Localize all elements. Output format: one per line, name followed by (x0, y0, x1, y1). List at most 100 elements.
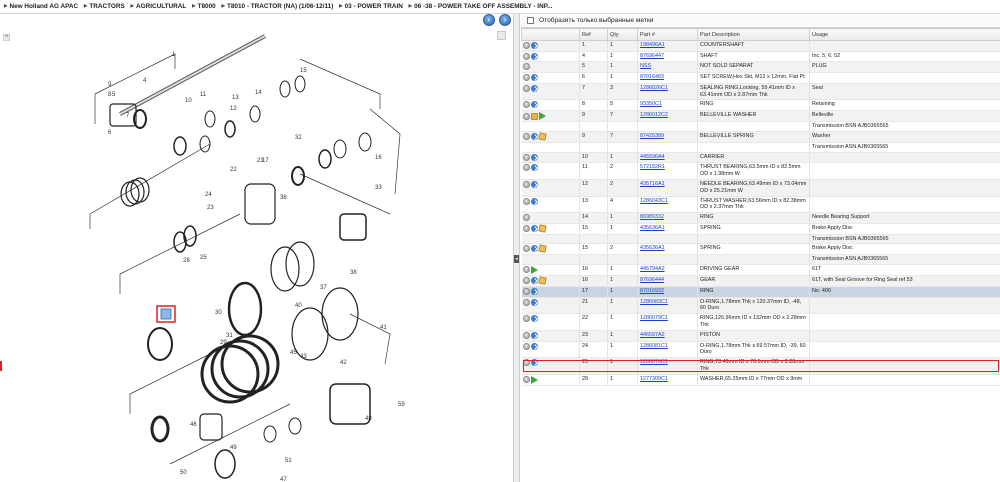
navigate-arrow-icon[interactable] (530, 298, 538, 306)
table-row[interactable]: 21 1 1286083C1 O-RING,1.78mm Thk x 120.37mm… (521, 297, 1000, 315)
part-number-link[interactable]: 87016932 (640, 288, 664, 294)
breadcrumb-item[interactable]: AGRICULTURAL (131, 3, 187, 10)
table-row[interactable]: Transmission BSN AJB0365565 (521, 234, 1000, 245)
table-row[interactable]: 1 1 198496A1 COUNTERSHAFT (521, 40, 1000, 52)
callout-label[interactable]: 4 (143, 78, 147, 84)
table-row[interactable]: 6 1 87016483 SET SCREW,Hex Skt, M12 x 12mm,… (521, 72, 1000, 84)
info-icon[interactable] (522, 266, 530, 274)
part-number-link[interactable]: 198496A1 (640, 42, 665, 48)
callout-label[interactable]: 46 (190, 422, 197, 428)
info-icon[interactable] (522, 287, 530, 295)
info-icon[interactable] (522, 84, 530, 92)
go-arrow-icon[interactable] (530, 375, 538, 384)
navigate-arrow-icon[interactable] (530, 181, 538, 189)
callout-label[interactable]: 48 (365, 416, 372, 422)
part-number-link[interactable]: 1286076C1 (640, 359, 668, 365)
breadcrumb-item[interactable]: T8010 - TRACTOR (NA) (1/06-12/11) (221, 3, 333, 10)
info-icon[interactable] (522, 42, 530, 49)
callout-label[interactable]: 50 (180, 470, 187, 476)
info-icon[interactable] (522, 298, 530, 306)
breadcrumb-item[interactable]: TRACTORS (84, 3, 125, 10)
navigate-arrow-icon[interactable] (530, 224, 538, 232)
callout-label[interactable]: 38 (350, 270, 357, 276)
callout-label[interactable]: 37 (320, 285, 327, 291)
part-number-link[interactable]: 87425389 (640, 133, 664, 139)
part-number-link[interactable]: 1286026C1 (640, 85, 668, 91)
info-icon[interactable] (522, 74, 530, 82)
table-row[interactable]: 16 1 87696444 GEAR 61T, with Seal Groove for… (521, 275, 1000, 287)
table-row[interactable]: 13 4 1286043C1 THRUST WASHER,63.56mm ID x 8… (521, 196, 1000, 214)
table-row[interactable]: 9 7 87425389 BELLEVILLE SPRING Washer (521, 131, 1000, 143)
callout-label[interactable]: 51 (285, 458, 292, 464)
info-icon[interactable] (522, 376, 530, 384)
callout-label[interactable]: 7 (126, 113, 130, 119)
callout-label[interactable]: 22 (230, 167, 237, 173)
navigate-arrow-icon[interactable] (530, 133, 538, 141)
navigate-arrow-icon[interactable] (530, 197, 538, 205)
part-number-link[interactable]: 445596A4 (640, 154, 665, 160)
package-icon[interactable] (537, 224, 547, 233)
callout-label[interactable]: 49 (230, 445, 237, 451)
breadcrumb-item[interactable]: 03 - POWER TRAIN (339, 3, 403, 10)
part-number-link[interactable]: 572182R1 (640, 164, 665, 170)
table-row[interactable]: Transmission ASN AJB0365565 (521, 254, 1000, 265)
table-row[interactable]: Transmission ASN AJB0365565 (521, 142, 1000, 153)
callout-label[interactable]: 6 (108, 130, 112, 136)
part-number-link[interactable]: 445794A2 (640, 266, 665, 272)
navigate-arrow-icon[interactable] (530, 74, 538, 82)
callout-label[interactable]: 30 (215, 310, 222, 316)
info-icon[interactable] (522, 63, 530, 71)
info-icon[interactable] (522, 331, 530, 339)
table-row[interactable]: 12 2 435716A1 NEEDLE BEARING,63.49mm ID x 7… (521, 179, 1000, 197)
note-icon[interactable] (530, 112, 538, 120)
navigate-arrow-icon[interactable] (530, 52, 538, 60)
navigate-arrow-icon[interactable] (530, 287, 538, 295)
part-number-link[interactable]: 86989332 (640, 214, 664, 220)
info-icon[interactable] (522, 52, 530, 60)
part-number-link[interactable]: 1286081C1 (640, 343, 668, 349)
part-number-link[interactable]: 446597A2 (640, 332, 665, 338)
table-row-selected[interactable]: 17 1 87016932 RING No. 400 (521, 286, 1000, 298)
table-row[interactable]: 14 1 86989332 RING Needle Bearing Support (521, 212, 1000, 224)
info-icon[interactable] (522, 164, 530, 172)
info-icon[interactable] (522, 153, 530, 161)
part-number-link[interactable]: NSS (640, 63, 651, 69)
info-icon[interactable] (522, 101, 530, 109)
part-number-link[interactable]: 1286083C1 (640, 299, 668, 305)
navigate-arrow-icon[interactable] (530, 153, 538, 161)
part-number-link[interactable]: 435636A1 (640, 225, 665, 231)
info-icon[interactable] (522, 315, 530, 323)
part-number-link[interactable]: 435716A1 (640, 181, 665, 187)
callout-label[interactable]: 11 (200, 92, 207, 98)
callout-label[interactable]: 24 (205, 192, 212, 198)
info-icon[interactable] (522, 342, 530, 350)
table-row[interactable]: 11 2 572182R1 THRUST BEARING,63.5mm ID x 82… (521, 162, 1000, 181)
callout-label[interactable]: 40 (295, 303, 302, 309)
navigate-arrow-icon[interactable] (530, 331, 538, 339)
info-icon[interactable] (522, 224, 530, 232)
callout-label[interactable]: 23 (207, 205, 214, 211)
callout-label[interactable]: 16 (375, 155, 382, 161)
callout-label[interactable]: 21 (257, 158, 264, 164)
callout-label[interactable]: 9 (108, 82, 112, 88)
table-row[interactable]: 10 1 445596A4 CARRIER (521, 152, 1000, 164)
callout-label[interactable]: 12 (230, 106, 237, 112)
go-arrow-icon[interactable] (530, 265, 538, 274)
callout-label[interactable]: 31 (226, 333, 233, 339)
table-row[interactable]: 16 1 445794A2 DRIVING GEAR 61T (521, 264, 1000, 277)
part-number-link[interactable]: 1277309C1 (640, 376, 668, 382)
callout-label[interactable]: 59 (398, 402, 405, 408)
info-icon[interactable] (522, 245, 530, 253)
table-row[interactable]: 7 3 1286026C1 SEALING RING,Locking, 59.41mm… (521, 83, 1000, 101)
arrow-right-icon[interactable]: › (499, 14, 511, 26)
navigate-arrow-icon[interactable] (530, 359, 538, 367)
callout-label[interactable]: 36 (280, 195, 287, 201)
part-number-link[interactable]: 1286079C1 (640, 315, 668, 321)
part-number-link[interactable]: 93350C1 (640, 101, 662, 107)
table-row[interactable]: 8 5 93350C1 RING Retaining (521, 99, 1000, 112)
close-icon[interactable]: × (3, 34, 10, 41)
table-row[interactable]: 28 1 1277309C1 WASHER,65.25mm ID x 77mm OD … (521, 374, 1000, 386)
navigate-arrow-icon[interactable] (530, 315, 538, 323)
part-number-link[interactable]: 435636A1 (640, 245, 665, 251)
breadcrumb-item[interactable]: New Holland AG APAC (4, 3, 78, 10)
